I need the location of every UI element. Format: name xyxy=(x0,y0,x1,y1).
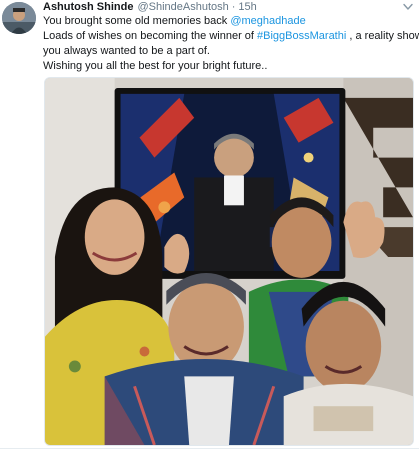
tweet-line-2-after: , a reality show xyxy=(346,30,419,42)
tweet-line-1: You brought some old memories back @megh… xyxy=(43,14,415,29)
chevron-down-icon[interactable] xyxy=(403,3,413,11)
hashtag-link[interactable]: #BiggBossMarathi xyxy=(257,30,346,42)
tweet-timestamp[interactable]: 15h xyxy=(238,0,256,14)
author-name[interactable]: Ashutosh Shinde xyxy=(43,0,133,14)
tweet-photo[interactable] xyxy=(44,77,414,446)
header-separator: · xyxy=(231,1,236,13)
tweet-line-2: Loads of wishes on becoming the winner o… xyxy=(43,29,419,44)
author-avatar[interactable] xyxy=(2,2,36,34)
tweet-line-2-text: Loads of wishes on becoming the winner o… xyxy=(43,30,258,42)
tweet-card[interactable]: Ashutosh Shinde @ShindeAshutosh · 15h Yo… xyxy=(0,0,419,450)
tweet-divider xyxy=(0,448,419,449)
tweet-line-3: you always wanted to be a part of. xyxy=(43,45,210,57)
tweet-line-1-text: You brought some old memories back xyxy=(43,15,231,27)
mention-link[interactable]: @meghadhade xyxy=(230,15,305,27)
profile-photo xyxy=(2,2,36,34)
tweet-text: You brought some old memories back @megh… xyxy=(43,14,419,74)
tweet-line-4: Wishing you all the best for your bright… xyxy=(43,60,268,72)
selfie-photo xyxy=(45,78,413,445)
author-handle[interactable]: @ShindeAshutosh xyxy=(137,0,228,14)
tweet-header: Ashutosh Shinde @ShindeAshutosh · 15h xyxy=(43,0,257,14)
